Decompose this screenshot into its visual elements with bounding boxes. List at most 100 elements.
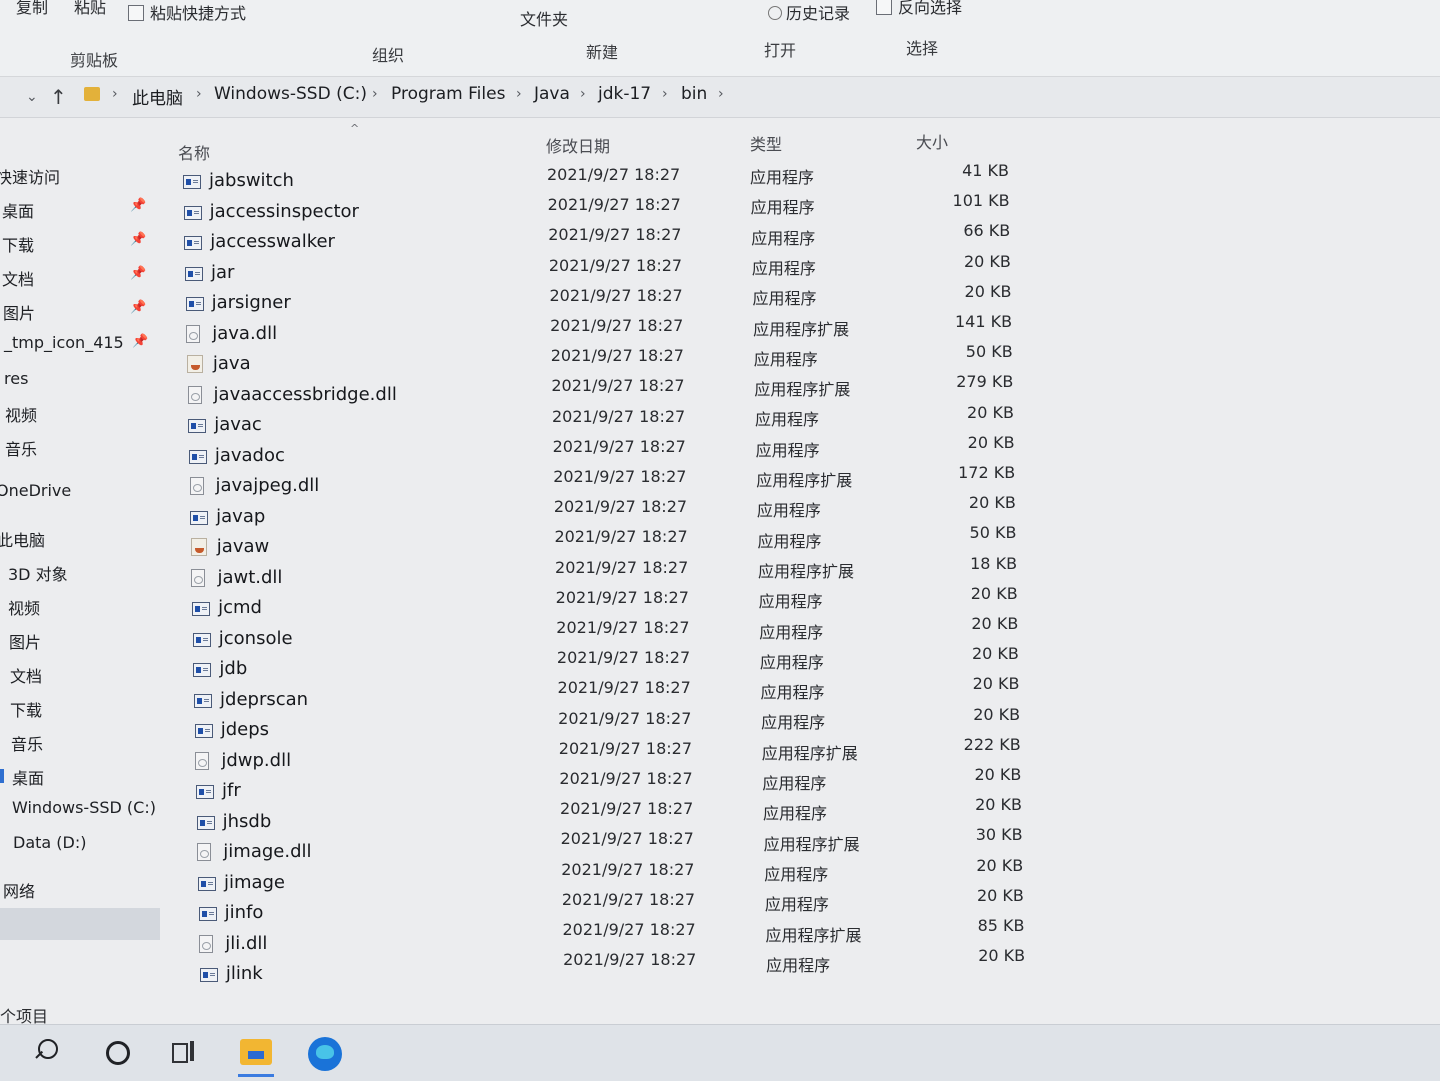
sidebar-pc-documents[interactable]: 文档 — [10, 663, 42, 687]
sidebar-item-music[interactable]: 音乐 — [5, 436, 37, 460]
file-type: 应用程序 — [755, 440, 820, 460]
file-name[interactable]: jdwp.dll — [221, 750, 291, 771]
breadcrumb-separator-icon[interactable]: › — [372, 86, 378, 102]
sidebar-drive-c[interactable]: Windows-SSD (C:) — [12, 798, 156, 817]
exe-icon — [184, 236, 203, 250]
file-name[interactable]: javadoc — [215, 445, 285, 466]
file-date: 2021/9/27 18:27 — [550, 316, 684, 335]
sidebar-this-pc[interactable]: 此电脑 — [0, 527, 45, 551]
breadcrumb-separator-icon[interactable]: › — [662, 86, 668, 102]
sidebar-pc-desktop[interactable]: 桌面 — [12, 765, 44, 789]
file-name[interactable]: jar — [211, 262, 234, 283]
file-type: 应用程序 — [766, 955, 831, 975]
breadcrumb-separator-icon[interactable]: › — [718, 86, 724, 102]
file-date: 2021/9/27 18:27 — [548, 255, 683, 275]
file-name[interactable]: jconsole — [219, 628, 293, 649]
breadcrumb-program-files[interactable]: Program Files — [391, 84, 505, 104]
breadcrumb-separator-icon[interactable]: › — [196, 86, 202, 102]
sidebar-pc-3d-objects[interactable]: 3D 对象 — [8, 561, 68, 585]
breadcrumb-bin[interactable]: bin — [681, 84, 707, 104]
invert-selection-button[interactable]: 反向选择 — [876, 0, 962, 18]
copy-button[interactable]: 复制 — [16, 0, 48, 18]
file-name[interactable]: jdeprscan — [220, 689, 308, 710]
new-folder-button[interactable]: 文件夹 — [520, 6, 568, 30]
sidebar-pc-music[interactable]: 音乐 — [11, 731, 43, 755]
exe-icon — [196, 785, 214, 799]
search-icon[interactable] — [32, 1035, 68, 1071]
history-button[interactable]: 历史记录 — [768, 0, 850, 24]
sidebar-pc-pictures[interactable]: 图片 — [9, 629, 41, 653]
file-name[interactable]: jabswitch — [209, 170, 294, 191]
sidebar-network[interactable]: 网络 — [3, 878, 35, 902]
ribbon: 复制 粘贴 粘贴快捷方式 文件夹 历史记录 反向选择 剪贴板 组织 新建 打开 … — [0, 0, 1440, 76]
column-header-type[interactable]: 类型 — [750, 131, 782, 155]
file-name[interactable]: jcmd — [218, 597, 262, 618]
file-name[interactable]: java — [213, 353, 251, 374]
file-name[interactable]: jimage.dll — [223, 841, 311, 862]
sidebar-item-tmp-icon[interactable]: _tmp_icon_415 — [4, 333, 124, 352]
file-size: 20 KB — [978, 946, 1026, 966]
exe-icon — [184, 266, 203, 281]
sidebar-item-documents[interactable]: 文档 — [2, 266, 34, 290]
new-group-label: 新建 — [586, 43, 619, 62]
breadcrumb-java[interactable]: Java — [534, 84, 570, 104]
column-header-date[interactable]: 修改日期 — [546, 133, 610, 157]
dll-icon — [195, 751, 210, 770]
file-name[interactable]: javaw — [217, 536, 269, 557]
file-name[interactable]: jlink — [226, 963, 263, 984]
history-icon — [768, 6, 782, 20]
history-label: 历史记录 — [786, 4, 851, 23]
exe-icon — [194, 724, 213, 738]
file-type: 应用程序扩展 — [765, 925, 862, 945]
file-name[interactable]: jaccesswalker — [210, 231, 335, 252]
file-name[interactable]: jawt.dll — [217, 567, 282, 588]
recent-locations-chevron-icon[interactable]: ⌄ — [26, 89, 38, 105]
cortana-icon[interactable] — [100, 1035, 136, 1071]
task-view-icon[interactable] — [168, 1035, 204, 1071]
sidebar-drive-d[interactable]: Data (D:) — [13, 833, 86, 852]
file-name[interactable]: javajpeg.dll — [216, 475, 320, 496]
sidebar-quick-access[interactable]: 快速访问 — [0, 164, 60, 188]
file-size: 20 KB — [971, 614, 1019, 633]
file-name[interactable]: javap — [216, 506, 265, 527]
file-name[interactable]: jhsdb — [223, 811, 272, 832]
sidebar-pc-videos[interactable]: 视频 — [8, 595, 40, 619]
breadcrumb-jdk-17[interactable]: jdk-17 — [598, 84, 651, 104]
exe-icon — [196, 815, 215, 830]
file-name[interactable]: jdeps — [221, 719, 269, 740]
file-name[interactable]: jaccessinspector — [210, 201, 359, 222]
file-name[interactable]: javac — [214, 414, 262, 435]
column-header-name[interactable]: 名称 — [178, 140, 210, 164]
breadcrumb-separator-icon[interactable]: › — [516, 86, 522, 102]
edge-icon[interactable] — [308, 1037, 342, 1071]
file-name[interactable]: jarsigner — [212, 292, 291, 313]
column-header-size[interactable]: 大小 — [916, 129, 948, 153]
sidebar-item-downloads[interactable]: 下载 — [2, 232, 34, 256]
pin-icon: 📌 — [130, 300, 147, 315]
breadcrumb-this-pc[interactable]: 此电脑 — [132, 84, 183, 109]
paste-button[interactable]: 粘贴 — [74, 0, 106, 18]
file-name[interactable]: jinfo — [225, 902, 264, 923]
sidebar-onedrive[interactable]: OneDrive — [0, 481, 71, 500]
sidebar-item-videos[interactable]: 视频 — [5, 402, 37, 426]
file-name[interactable]: jfr — [222, 780, 241, 801]
sidebar-pc-downloads[interactable]: 下载 — [10, 697, 42, 721]
sidebar-item-pictures[interactable]: 图片 — [3, 300, 35, 324]
file-name[interactable]: jdb — [219, 658, 247, 679]
file-name[interactable]: jimage — [224, 872, 285, 893]
file-size: 18 KB — [970, 553, 1018, 573]
sidebar-item-desktop[interactable]: 桌面 — [2, 198, 34, 222]
sidebar-item-res[interactable]: res — [4, 369, 28, 388]
breadcrumb-drive-c[interactable]: Windows-SSD (C:) — [214, 84, 367, 104]
breadcrumb-separator-icon[interactable]: › — [580, 86, 586, 102]
address-bar[interactable]: ⌄ ↑ › 此电脑 › Windows-SSD (C:) › Program F… — [0, 77, 1440, 117]
file-type: 应用程序 — [753, 349, 818, 369]
file-size: 279 KB — [956, 372, 1014, 392]
file-name[interactable]: javaaccessbridge.dll — [214, 384, 397, 405]
file-name[interactable]: jli.dll — [225, 933, 267, 954]
up-arrow-icon[interactable]: ↑ — [50, 85, 67, 109]
breadcrumb-separator-icon[interactable]: › — [112, 86, 118, 102]
paste-shortcut-button[interactable]: 粘贴快捷方式 — [128, 0, 246, 24]
file-explorer-icon[interactable] — [240, 1039, 272, 1065]
file-name[interactable]: java.dll — [212, 323, 277, 344]
